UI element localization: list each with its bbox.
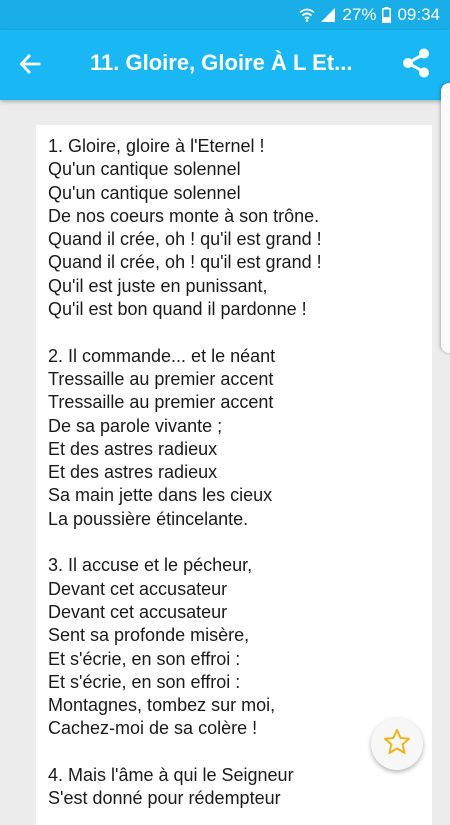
- verse-line: Qu'il est juste en punissant,: [48, 275, 268, 296]
- verse-line: Qu'un cantique solennel: [48, 182, 241, 203]
- stanza: 3. Il accuse et le pécheur, Devant cet ac…: [48, 554, 432, 740]
- verse-line: Qu'il est bon quand il pardonne !: [48, 299, 307, 320]
- verse-line: Tressaille au premier accent: [48, 392, 274, 413]
- verse-line: De nos coeurs monte à son trône.: [48, 205, 320, 226]
- battery-percent: 27%: [342, 5, 377, 24]
- stanza: 2. Il commande... et le néant Tressaille …: [48, 345, 432, 531]
- verse-line: Sent sa profonde misère,: [48, 625, 250, 646]
- side-scroll-tab[interactable]: [441, 83, 450, 353]
- arrow-left-icon: [19, 53, 41, 80]
- verse-line: Et des astres radieux: [48, 462, 218, 483]
- share-button[interactable]: [398, 47, 434, 83]
- verse-line: 2. Il commande... et le néant: [48, 345, 276, 366]
- hymn-text-card: 1. Gloire, gloire à l'Eternel ! Qu'un can…: [36, 125, 432, 825]
- verse-line: Quand il crée, oh ! qu'il est grand !: [48, 229, 322, 250]
- verse-line: Sa main jette dans les cieux: [48, 485, 273, 506]
- verse-line: Devant cet accusateur: [48, 601, 228, 622]
- verse-line: Tressaille au premier accent: [48, 368, 274, 389]
- verse-line: Et s'écrie, en son effroi :: [48, 671, 241, 692]
- verse-line: Devant cet accusateur: [48, 578, 228, 599]
- clock: 09:34: [397, 5, 440, 24]
- app-bar: 11. Gloire, Gloire À L Et...: [0, 30, 450, 100]
- page-title: 11. Gloire, Gloire À L Et...: [90, 50, 353, 75]
- verse-line: Montagnes, tombez sur moi,: [48, 695, 276, 716]
- wifi-icon: [299, 8, 316, 22]
- verse-line: 4. Mais l'âme à qui le Seigneur: [48, 765, 294, 786]
- verse-line: Qu'un cantique solennel: [48, 159, 241, 180]
- share-icon: [400, 47, 432, 84]
- status-bar: 27% 09:34: [0, 0, 450, 30]
- verse-line: Et des astres radieux: [48, 438, 218, 459]
- stanza: 4. Mais l'âme à qui le Seigneur S'est don…: [48, 764, 432, 811]
- favorite-button[interactable]: [371, 718, 423, 770]
- battery-icon: [382, 7, 392, 23]
- back-button[interactable]: [14, 50, 46, 82]
- verse-line: De sa parole vivante ;: [48, 415, 223, 436]
- signal-icon: [321, 8, 336, 22]
- verse-line: 1. Gloire, gloire à l'Eternel !: [48, 136, 265, 156]
- verse-line: 3. Il accuse et le pécheur,: [48, 555, 253, 576]
- verse-line: Et s'écrie, en son effroi :: [48, 648, 241, 669]
- verse-line: Quand il crée, oh ! qu'il est grand !: [48, 252, 322, 273]
- star-outline-icon: [382, 727, 412, 762]
- stanza: 1. Gloire, gloire à l'Eternel ! Qu'un can…: [48, 135, 432, 321]
- verse-line: S'est donné pour rédempteur: [48, 788, 281, 809]
- verse-line: La poussière étincelante.: [48, 508, 249, 529]
